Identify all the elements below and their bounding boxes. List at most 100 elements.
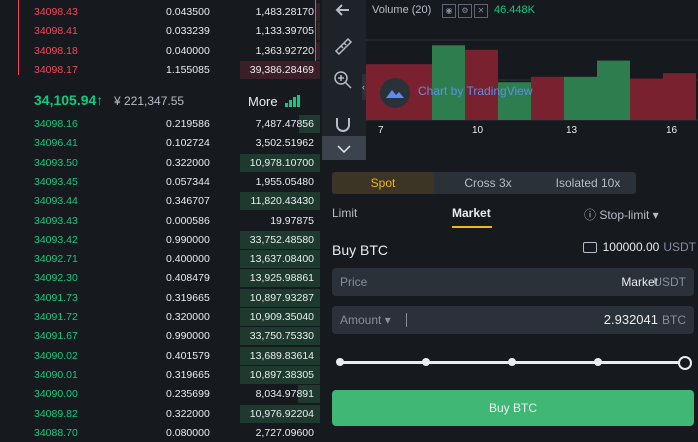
volume-label: Volume (20) <box>372 4 432 16</box>
slider-step-0[interactable] <box>336 358 344 366</box>
ask-row[interactable]: 34098.43 0.043500 1,483.28170 <box>22 3 320 21</box>
bid-row[interactable]: 34093.45 0.057344 1,955.05480 <box>22 173 320 191</box>
close-icon[interactable]: ✕ <box>474 4 488 18</box>
active-tab-underline <box>452 226 492 228</box>
settings-icon[interactable]: ⚙ <box>458 4 472 18</box>
bid-price: 34093.44 <box>34 195 78 208</box>
last-price-bar: 34,105.94↑ ¥ 221,347.55 More <box>22 88 320 114</box>
tab-market[interactable]: Market <box>452 206 491 220</box>
fiat-price: ¥ 221,347.55 <box>114 94 185 108</box>
bid-row[interactable]: 34090.02 0.401579 13,689.83614 <box>22 346 320 365</box>
zoom-in-icon[interactable] <box>330 70 356 96</box>
bid-total: 13,637.08400 <box>249 253 314 266</box>
back-arrow-icon[interactable] <box>330 0 356 26</box>
tradingview-link[interactable]: Chart by TradingView <box>418 84 533 98</box>
bid-qty: 0.102724 <box>166 137 210 150</box>
bid-price: 34091.73 <box>34 291 78 304</box>
amount-slider[interactable] <box>336 356 692 370</box>
bid-row[interactable]: 34091.72 0.320000 10,909.35040 <box>22 308 320 326</box>
margin-mode-tabs: Spot Cross 3x Isolated 10x <box>332 172 636 194</box>
chart-panel: Volume (20) ◉ ⚙ ✕ 46.448K Chart by Tradi… <box>366 0 698 160</box>
bid-price: 34088.70 <box>34 426 78 439</box>
bid-row[interactable]: 34093.50 0.322000 10,978.10700 <box>22 153 320 172</box>
bid-row[interactable]: 34091.67 0.990000 33,750.75330 <box>22 327 320 346</box>
bid-total: 10,897.38305 <box>249 368 314 381</box>
tradingview-logo-icon[interactable] <box>380 78 410 108</box>
more-button[interactable]: More <box>248 94 278 109</box>
ask-row[interactable]: 34098.18 0.040000 1,363.92720 <box>22 41 320 60</box>
bid-row[interactable]: 34092.30 0.408479 13,925.98861 <box>22 269 320 288</box>
eye-icon[interactable]: ◉ <box>442 4 456 18</box>
order-type-tabs: Limit Market ⓘ Stop-limit ▾ <box>332 204 692 230</box>
price-field[interactable]: Price Market USDT <box>332 268 694 296</box>
chevron-down-icon[interactable] <box>322 136 366 160</box>
x-tick: 13 <box>566 125 578 136</box>
chart-toolbar: ‹ <box>322 0 368 160</box>
bid-row[interactable]: 34096.41 0.102724 3,502.51962 <box>22 134 320 152</box>
bid-qty: 0.990000 <box>166 330 210 343</box>
bid-total: 1,955.05480 <box>255 175 314 188</box>
slider-step-50[interactable] <box>508 358 516 366</box>
bid-row[interactable]: 34098.16 0.219586 7,487.47856 <box>22 115 320 133</box>
amount-dropdown[interactable]: Amount ▾ <box>340 313 391 327</box>
ask-total: 1,363.92720 <box>255 44 314 57</box>
bid-total: 2,727.09600 <box>255 426 314 439</box>
bid-price: 34093.50 <box>34 156 78 169</box>
ask-row[interactable]: 34098.17 1.155085 39,386.28469 <box>22 60 320 79</box>
tab-limit[interactable]: Limit <box>332 206 357 220</box>
depth-bar <box>316 3 320 21</box>
bid-total: 10,897.93287 <box>249 291 314 304</box>
ask-qty: 1.155085 <box>166 63 210 76</box>
wallet-icon <box>582 242 597 254</box>
bid-row[interactable]: 34091.73 0.319665 10,897.93287 <box>22 288 320 307</box>
tab-isolated[interactable]: Isolated 10x <box>540 172 636 194</box>
amount-field[interactable]: Amount ▾ 2.932041 BTC <box>332 306 694 334</box>
buy-button[interactable]: Buy BTC <box>332 390 694 426</box>
bid-qty: 0.408479 <box>166 272 210 285</box>
bid-qty: 0.319665 <box>166 291 210 304</box>
bid-price: 34090.02 <box>34 349 78 362</box>
bid-qty: 0.990000 <box>166 233 210 246</box>
ask-total: 1,133.39705 <box>255 25 314 38</box>
amount-value[interactable]: 2.932041 <box>604 312 658 327</box>
bid-row[interactable]: 34093.43 0.000586 19.97875 <box>22 212 320 230</box>
tab-cross[interactable]: Cross 3x <box>442 172 534 194</box>
bid-row[interactable]: 34093.42 0.990000 33,752.48580 <box>22 230 320 249</box>
ask-row[interactable]: 34098.41 0.033239 1,133.39705 <box>22 22 320 41</box>
bid-qty: 0.322000 <box>166 407 210 420</box>
ask-total: 1,483.28170 <box>255 6 314 18</box>
bid-price: 34089.82 <box>34 407 78 420</box>
ask-qty: 0.040000 <box>166 44 210 57</box>
tab-stop-limit[interactable]: ⓘ Stop-limit ▾ <box>584 206 659 223</box>
bid-total: 33,752.48580 <box>249 233 314 246</box>
bid-price: 34090.01 <box>34 368 78 381</box>
ask-qty: 0.033239 <box>166 25 210 38</box>
slider-handle[interactable] <box>678 356 692 370</box>
tab-spot[interactable]: Spot <box>332 172 434 194</box>
bid-row[interactable]: 34090.00 0.235699 8,034.97891 <box>22 385 320 404</box>
bid-qty: 0.401579 <box>166 349 210 362</box>
bid-total: 8,034.97891 <box>255 388 314 401</box>
bid-total: 13,925.98861 <box>249 272 314 285</box>
bid-row[interactable]: 34093.44 0.346707 11,820.43430 <box>22 192 320 211</box>
slider-step-75[interactable] <box>594 358 602 366</box>
ruler-icon[interactable] <box>330 36 356 62</box>
order-book: 34098.43 0.043500 1,483.28170 34098.41 0.033… <box>0 0 322 439</box>
trade-form: Spot Cross 3x Isolated 10x Limit Market … <box>322 160 698 434</box>
bid-row[interactable]: 34090.01 0.319665 10,897.38305 <box>22 365 320 384</box>
slider-step-25[interactable] <box>422 358 430 366</box>
bid-price: 34093.42 <box>34 233 78 246</box>
last-price: 34,105.94↑ <box>34 92 104 108</box>
bid-qty: 0.320000 <box>166 311 210 323</box>
volume-bar <box>564 76 597 120</box>
available-balance: 100000.00 USDT <box>582 240 696 254</box>
bid-row[interactable]: 34092.71 0.400000 13,637.08400 <box>22 250 320 269</box>
x-tick: 10 <box>472 125 484 136</box>
volume-bar <box>531 76 564 120</box>
bid-price: 34098.16 <box>34 118 78 130</box>
bid-row[interactable]: 34089.82 0.322000 10,976.92204 <box>22 404 320 423</box>
ask-price: 34098.41 <box>34 25 78 38</box>
bid-row[interactable]: 34088.70 0.080000 2,727.09600 <box>22 424 320 442</box>
bid-price: 34091.67 <box>34 330 78 343</box>
bid-qty: 0.400000 <box>166 253 210 266</box>
